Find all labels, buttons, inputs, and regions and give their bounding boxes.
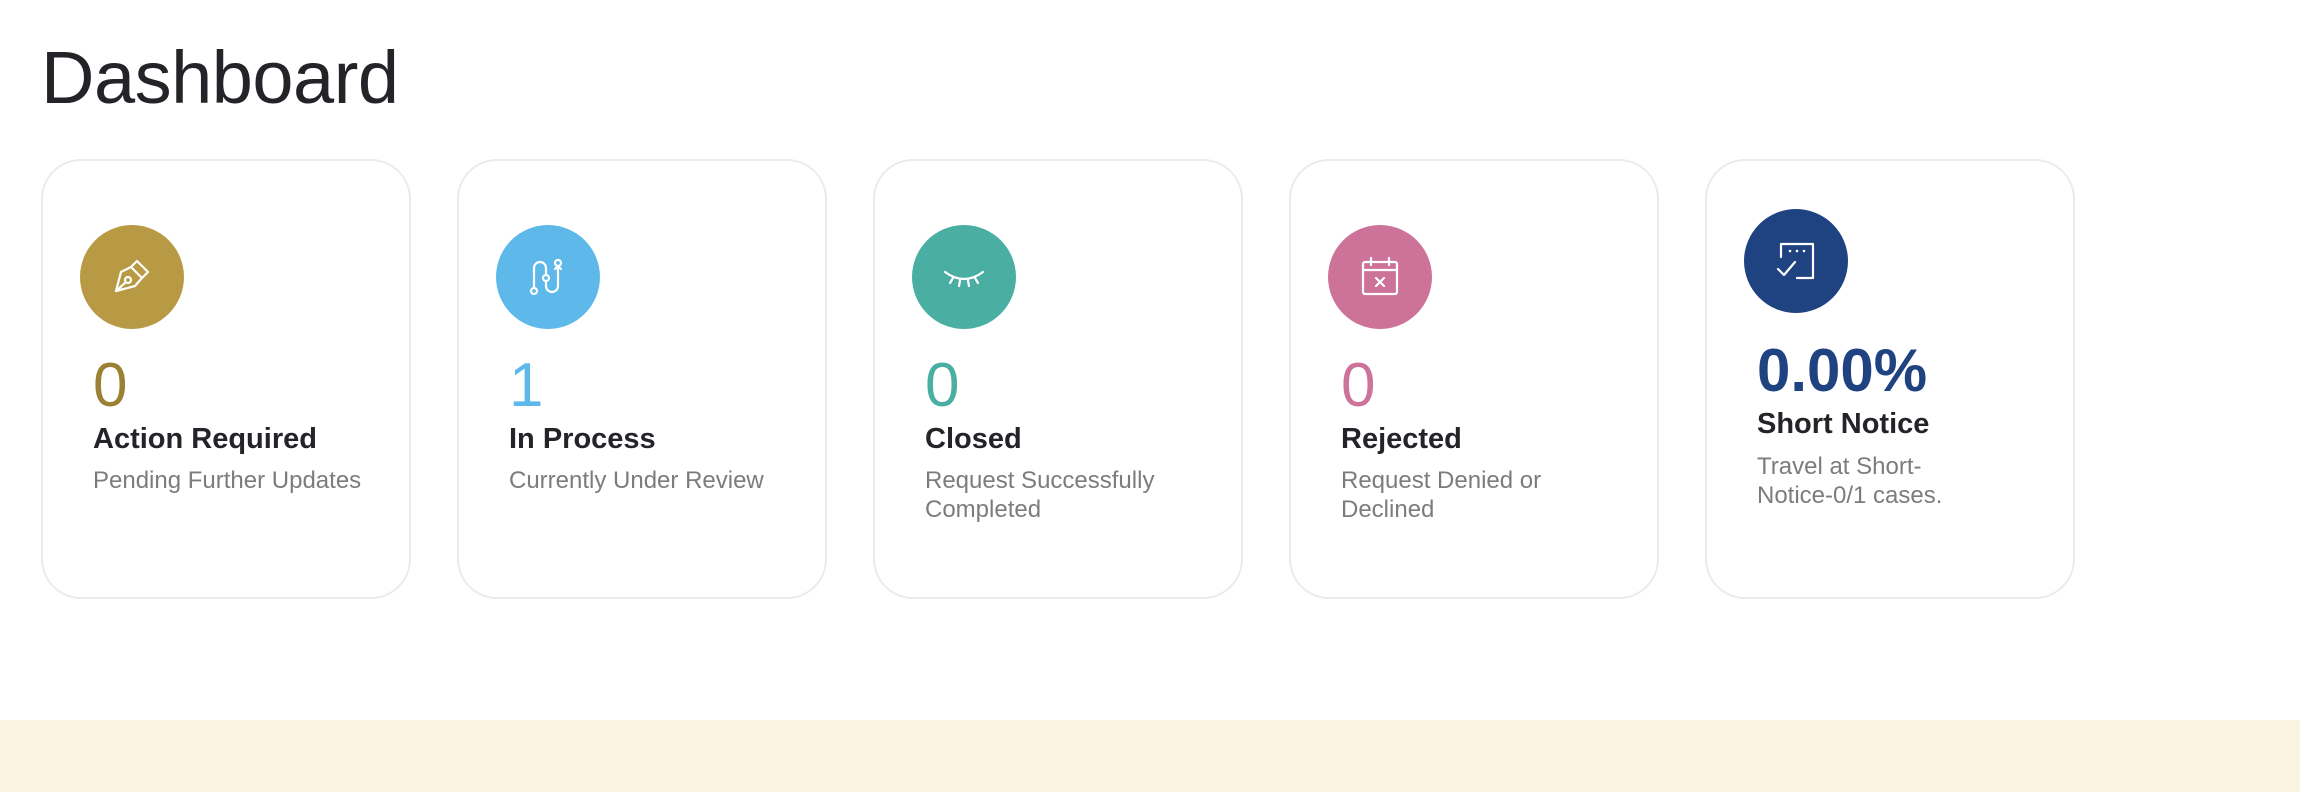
card-description: Travel at Short-Notice-0/1 cases.: [1757, 453, 1943, 509]
card-label: Rejected: [1341, 423, 1462, 455]
card-action-required[interactable]: 0 Action Required Pending Further Update…: [41, 159, 411, 599]
card-count: 0: [925, 351, 960, 420]
card-label: Action Required: [93, 423, 317, 455]
card-count: 1: [509, 351, 544, 420]
page-title: Dashboard: [41, 36, 399, 119]
footer-band: [0, 720, 2300, 792]
route-icon: [496, 225, 600, 329]
dashboard-page: Dashboard 0 Action Required Pending Furt…: [0, 0, 2300, 792]
note-check-icon: [1744, 209, 1848, 313]
calendar-x-icon: [1328, 225, 1432, 329]
card-description: Request Successfully Completed: [925, 467, 1155, 523]
card-label: Closed: [925, 423, 1022, 455]
card-label: In Process: [509, 423, 656, 455]
closed-eye-icon: [912, 225, 1016, 329]
card-count: 0: [93, 351, 128, 420]
pen-nib-icon: [80, 225, 184, 329]
card-in-process[interactable]: 1 In Process Currently Under Review: [457, 159, 827, 599]
card-label: Short Notice: [1757, 408, 1930, 440]
card-rejected[interactable]: 0 Rejected Request Denied or Declined: [1289, 159, 1659, 599]
card-short-notice[interactable]: 0.00% Short Notice Travel at Short-Notic…: [1705, 159, 2075, 599]
card-description: Currently Under Review: [509, 467, 764, 494]
card-description: Pending Further Updates: [93, 467, 362, 494]
card-description: Request Denied or Declined: [1341, 467, 1542, 523]
card-closed[interactable]: 0 Closed Request Successfully Completed: [873, 159, 1243, 599]
card-count: 0.00%: [1757, 337, 1928, 404]
card-count: 0: [1341, 351, 1376, 420]
